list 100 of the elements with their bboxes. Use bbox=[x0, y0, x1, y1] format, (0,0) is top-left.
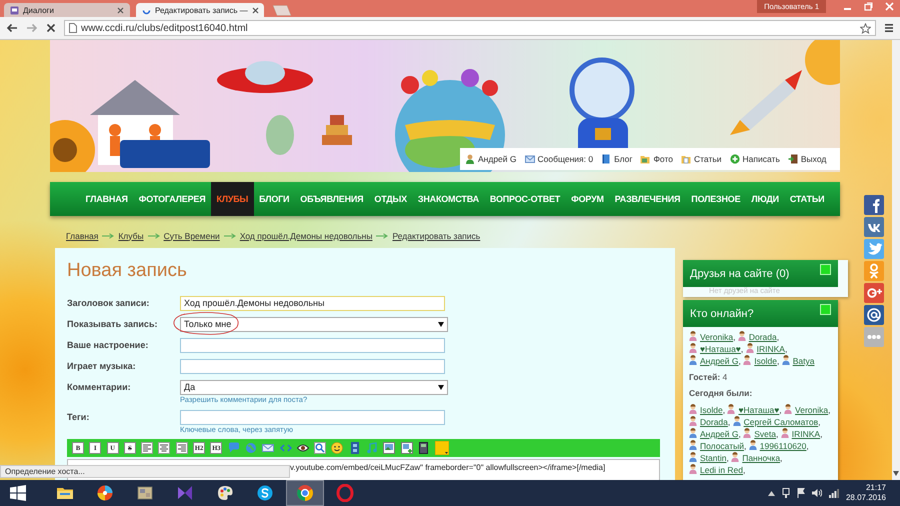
nav-tab[interactable]: ЗНАКОМСТВА bbox=[412, 182, 484, 216]
align-right-icon[interactable] bbox=[176, 442, 188, 454]
user-link[interactable]: ♥Наташа♥ bbox=[738, 405, 780, 415]
close-icon[interactable] bbox=[117, 6, 124, 14]
address-field[interactable]: www.ccdi.ru/clubs/editpost16040.html bbox=[64, 20, 876, 36]
magnifier-icon[interactable] bbox=[314, 442, 326, 454]
messages-link[interactable]: Сообщения: 0 bbox=[524, 154, 594, 164]
nav-tab[interactable]: БЛОГИ bbox=[254, 182, 295, 216]
bow-icon[interactable] bbox=[176, 484, 194, 502]
vk-icon[interactable] bbox=[864, 217, 884, 237]
page-icon bbox=[69, 23, 77, 33]
user-link[interactable]: Андрей G bbox=[700, 429, 738, 439]
color-swatch-icon[interactable] bbox=[435, 441, 450, 455]
photo-link[interactable]: Фото bbox=[640, 154, 673, 164]
user-link[interactable]: Batya bbox=[792, 356, 814, 366]
breadcrumb-link[interactable]: Суть Времени bbox=[164, 230, 220, 240]
caret-up-icon[interactable] bbox=[768, 490, 775, 496]
book-icon bbox=[601, 154, 612, 164]
star-icon[interactable] bbox=[860, 22, 871, 34]
network-icon[interactable] bbox=[782, 488, 790, 498]
flag-icon[interactable] bbox=[796, 488, 805, 498]
toggle-square-icon[interactable] bbox=[820, 304, 831, 315]
close-icon[interactable] bbox=[252, 6, 259, 14]
windows-logo-icon[interactable] bbox=[10, 485, 26, 501]
browser-tab[interactable]: Редактировать запись — bbox=[136, 3, 264, 17]
user-link[interactable]: Isolde bbox=[754, 356, 777, 366]
nav-tab[interactable]: ЛЮДИ bbox=[746, 182, 784, 216]
eye-icon[interactable] bbox=[296, 442, 309, 454]
browser-tab[interactable]: Диалоги bbox=[4, 3, 130, 17]
user-link[interactable]: Veronika bbox=[795, 405, 828, 415]
nav-tab[interactable]: ФОТОГАЛЕРЕЯ bbox=[133, 182, 211, 216]
box-icon[interactable] bbox=[136, 484, 154, 502]
write-link[interactable]: Написать bbox=[730, 154, 780, 164]
user-link[interactable]: Veronika bbox=[700, 332, 734, 342]
user-link[interactable]: Полосатый bbox=[700, 441, 744, 451]
text-field[interactable] bbox=[180, 338, 445, 353]
envelope-icon[interactable] bbox=[262, 442, 274, 454]
nav-tab[interactable]: ВОПРОС-ОТВЕТ bbox=[484, 182, 566, 216]
breadcrumb-link[interactable]: Главная bbox=[66, 230, 98, 240]
user-link[interactable]: Dorada bbox=[700, 417, 728, 427]
text-field[interactable]: Ход прошёл.Демоны недовольны bbox=[180, 296, 445, 311]
signal-bars-icon[interactable] bbox=[828, 488, 839, 498]
align-left-icon[interactable] bbox=[141, 442, 154, 454]
user-link[interactable]: Dorada bbox=[748, 332, 777, 342]
nav-tab[interactable]: ГЛАВНАЯ bbox=[80, 182, 134, 216]
nav-tab[interactable]: КЛУБЫ bbox=[210, 182, 254, 216]
tricolor-circle-icon[interactable] bbox=[296, 484, 314, 502]
google-plus-icon[interactable] bbox=[864, 283, 884, 303]
user-link[interactable]: Sveta bbox=[754, 429, 776, 439]
nav-tab[interactable]: ОТДЫХ bbox=[368, 182, 412, 216]
scrollbar[interactable] bbox=[892, 40, 900, 480]
nav-tab[interactable]: ОБЪЯВЛЕНИЯ bbox=[294, 182, 369, 216]
nav-tab[interactable]: СТАТЬИ bbox=[784, 182, 830, 216]
stop-icon[interactable] bbox=[46, 23, 56, 33]
blog-link[interactable]: Блог bbox=[601, 154, 632, 164]
menu-icon[interactable] bbox=[884, 23, 894, 33]
breadcrumb-link[interactable]: Клубы bbox=[118, 230, 144, 240]
user-link[interactable]: Ledi in Red bbox=[700, 465, 744, 475]
user-link[interactable]: IRINKA bbox=[756, 344, 785, 354]
text-field[interactable] bbox=[180, 359, 445, 374]
separator-text: , bbox=[728, 417, 730, 427]
at-sign-icon[interactable] bbox=[864, 305, 884, 325]
taskbar-button[interactable] bbox=[286, 480, 324, 506]
logout-link[interactable]: Выход bbox=[788, 154, 826, 164]
caret-down-icon[interactable] bbox=[893, 471, 899, 476]
breadcrumb-link[interactable]: Ход прошёл.Демоны недовольны bbox=[240, 230, 372, 240]
user-link[interactable]: Панночка bbox=[742, 453, 780, 463]
image-icon[interactable] bbox=[383, 442, 396, 454]
user-icon bbox=[743, 355, 752, 365]
user-link[interactable]: Stantin bbox=[700, 453, 726, 463]
user-link[interactable]: ♥Наташа♥ bbox=[700, 344, 741, 354]
articles-link[interactable]: Статьи bbox=[681, 154, 722, 164]
film-icon[interactable] bbox=[348, 442, 361, 454]
profile-link[interactable]: Андрей G bbox=[465, 154, 516, 164]
nav-tab[interactable]: РАЗВЛЕЧЕНИЯ bbox=[609, 182, 686, 216]
file-icon[interactable] bbox=[418, 442, 430, 454]
speaker-icon[interactable] bbox=[812, 488, 822, 498]
toggle-square-icon[interactable] bbox=[820, 264, 831, 275]
align-center-icon[interactable] bbox=[158, 442, 170, 454]
cloud-icon[interactable] bbox=[256, 484, 274, 502]
text-field[interactable] bbox=[180, 410, 445, 425]
user-link[interactable]: IRINKA bbox=[792, 429, 820, 439]
nav-tab[interactable]: ФОРУМ bbox=[566, 182, 610, 216]
select-field[interactable]: Да bbox=[180, 380, 448, 395]
palette-icon[interactable] bbox=[216, 484, 234, 502]
user-link[interactable]: Сергей Саломатов bbox=[744, 417, 818, 427]
user-link[interactable]: Isolde bbox=[700, 405, 723, 415]
select-field[interactable]: Только мне bbox=[180, 317, 448, 332]
disc-icon[interactable] bbox=[96, 484, 114, 502]
taskbar-clock[interactable]: 21:17 28.07.2016 bbox=[846, 483, 886, 503]
user-link[interactable]: 1996110620 bbox=[760, 441, 806, 451]
smiley-icon[interactable] bbox=[331, 442, 344, 454]
user-link[interactable]: Андрей G bbox=[700, 356, 738, 366]
back-arrow-icon[interactable] bbox=[6, 23, 18, 33]
nav-tab[interactable]: ПОЛЕЗНОЕ bbox=[686, 182, 746, 216]
breadcrumb-link[interactable]: Редактировать запись bbox=[392, 230, 480, 240]
restore-icon[interactable] bbox=[864, 2, 873, 11]
image-add-icon[interactable] bbox=[400, 442, 413, 454]
facebook-icon[interactable] bbox=[864, 195, 884, 215]
ring-icon[interactable] bbox=[336, 484, 354, 502]
